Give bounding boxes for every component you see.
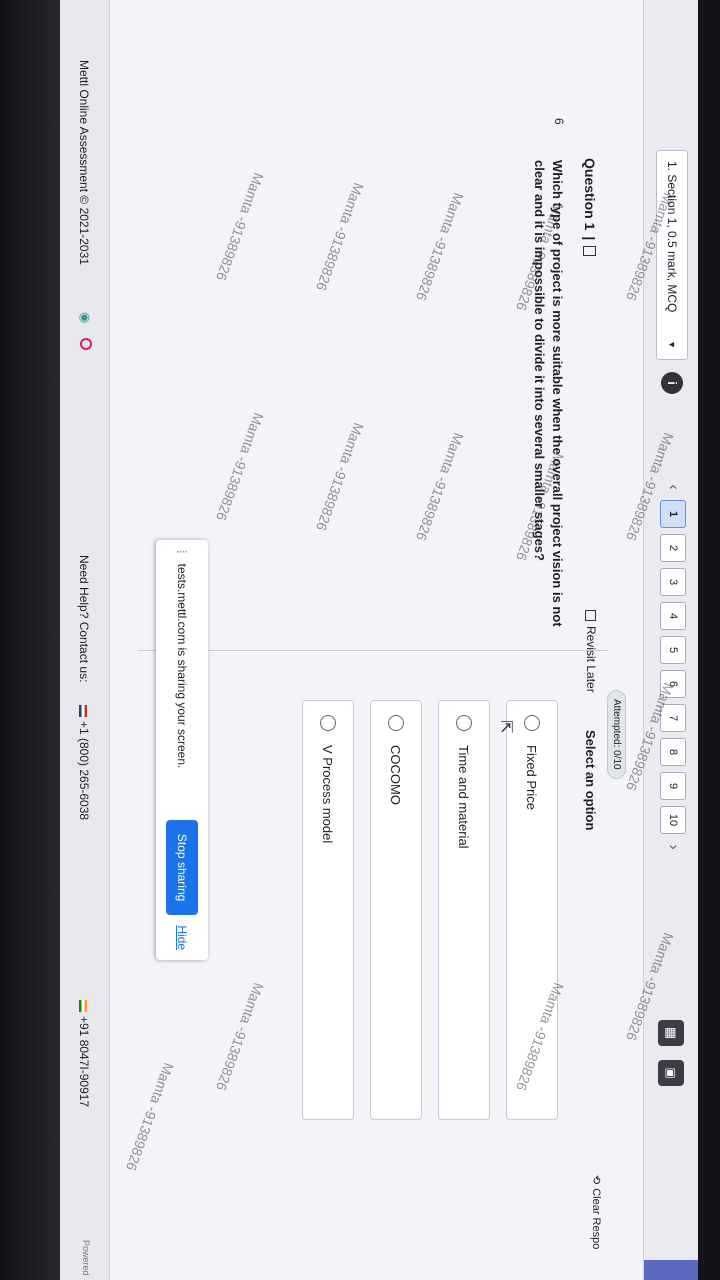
- question-pager: ‹ 1 2 3 4 5 6 7 8 9 10 ›: [660, 480, 686, 854]
- page-button-7[interactable]: 7: [660, 704, 686, 732]
- side-tab[interactable]: [644, 1260, 698, 1280]
- option-label: V Process model: [320, 745, 336, 844]
- watermark: Mamta -91389826: [413, 430, 467, 543]
- next-page-icon[interactable]: ›: [664, 840, 682, 854]
- watermark: Mamta -91389826: [413, 190, 467, 303]
- question-text: Which type of project is more suitable w…: [532, 160, 565, 627]
- revisit-label: Revisit Later: [584, 626, 598, 693]
- monitor-bezel-right: [698, 0, 720, 1280]
- page-button-3[interactable]: 3: [660, 568, 686, 596]
- drag-handle-icon[interactable]: ⁞: [175, 550, 190, 554]
- calculator-icon[interactable]: ▣: [658, 1060, 684, 1086]
- select-option-heading: Select an option: [583, 730, 598, 831]
- phone-india-number: +91 8047I-90917: [77, 1016, 91, 1108]
- question-header: Question 1 |: [582, 158, 598, 257]
- attempted-badge: Attempted: 0/10: [607, 690, 626, 779]
- radio-button[interactable]: [456, 715, 472, 731]
- radio-button[interactable]: [388, 715, 404, 731]
- option-v-process-model[interactable]: V Process model: [302, 700, 354, 1120]
- page-button-1[interactable]: 1: [660, 500, 686, 528]
- clear-label: Clear Respo: [590, 1188, 603, 1250]
- watermark: Mamta -91389826: [313, 420, 367, 533]
- question-number: 6: [552, 118, 566, 125]
- option-label: Fixed Price: [524, 745, 540, 811]
- option-label: COCOMO: [388, 745, 404, 805]
- watermark: Mamta -91389826: [213, 980, 267, 1093]
- divider-bar: |: [582, 236, 598, 241]
- page-button-8[interactable]: 8: [660, 738, 686, 766]
- recording-icon: [80, 338, 92, 350]
- phone-india[interactable]: +91 8047I-90917: [77, 1000, 91, 1107]
- chevron-down-icon: ▼: [667, 340, 677, 349]
- radio-button[interactable]: [320, 715, 336, 731]
- page-button-9[interactable]: 9: [660, 772, 686, 800]
- phone-us-number: +1 (800) 265-6038: [77, 721, 91, 821]
- india-flag-icon: [79, 1000, 88, 1012]
- revisit-later-checkbox[interactable]: Revisit Later: [584, 610, 598, 693]
- help-text: Need Help? Contact us:: [77, 555, 91, 683]
- option-cocomo[interactable]: COCOMO: [370, 700, 422, 1120]
- monitor-bezel: [0, 0, 60, 1280]
- top-bar: 1. Section 1, 0.5 mark, MCQ ▼ i ‹ 1 2 3 …: [643, 0, 698, 1280]
- option-label: Time and material: [456, 745, 472, 849]
- page-button-2[interactable]: 2: [660, 534, 686, 562]
- page-button-5[interactable]: 5: [660, 636, 686, 664]
- watermark: Mamta -91389826: [213, 170, 267, 283]
- option-fixed-price[interactable]: Fixed Price: [506, 700, 558, 1120]
- clear-response-button[interactable]: ⟲ Clear Respo: [590, 1175, 603, 1249]
- share-message: tests.mettl.com is sharing your screen.: [175, 563, 189, 769]
- hide-button[interactable]: Hide: [175, 925, 189, 950]
- prev-page-icon[interactable]: ‹: [664, 480, 682, 494]
- info-icon[interactable]: i: [661, 372, 683, 394]
- section-label: 1. Section 1, 0.5 mark, MCQ: [665, 161, 679, 313]
- assessment-page: 1. Section 1, 0.5 mark, MCQ ▼ i ‹ 1 2 3 …: [60, 0, 698, 1280]
- watermark: Mamta -91389826: [213, 410, 267, 523]
- radio-button[interactable]: [524, 715, 540, 731]
- checkbox-icon: [585, 610, 597, 621]
- watermark: Mamta -91389826: [123, 1060, 177, 1173]
- section-dropdown[interactable]: 1. Section 1, 0.5 mark, MCQ ▼: [656, 150, 688, 360]
- option-time-and-material[interactable]: Time and material: [438, 700, 490, 1120]
- stop-sharing-button[interactable]: Stop sharing: [166, 819, 198, 916]
- footer: Mettl Online Assessment © 2021-2031 ◉ Ne…: [60, 0, 110, 1280]
- watermark: Mamta -91389826: [313, 180, 367, 293]
- powered-by: Powered: [81, 1240, 91, 1276]
- question-label: Question 1: [582, 158, 598, 231]
- us-flag-icon: [79, 705, 88, 717]
- phone-us[interactable]: +1 (800) 265-6038: [77, 705, 91, 820]
- page-button-4[interactable]: 4: [660, 602, 686, 630]
- screen-share-bar: ⁞ tests.mettl.com is sharing your screen…: [156, 540, 208, 960]
- mouse-cursor-icon: ⇱: [497, 720, 514, 734]
- copyright-text: Mettl Online Assessment © 2021-2031: [77, 60, 91, 265]
- clear-icon: ⟲: [590, 1175, 602, 1185]
- pane-divider: [138, 650, 608, 651]
- wifi-icon: ◉: [78, 312, 93, 324]
- page-button-10[interactable]: 10: [660, 806, 686, 834]
- bookmark-icon[interactable]: [583, 246, 597, 257]
- grid-icon[interactable]: ▦: [658, 1020, 684, 1046]
- screen: 1. Section 1, 0.5 mark, MCQ ▼ i ‹ 1 2 3 …: [60, 0, 698, 1280]
- page-button-6[interactable]: 6: [660, 670, 686, 698]
